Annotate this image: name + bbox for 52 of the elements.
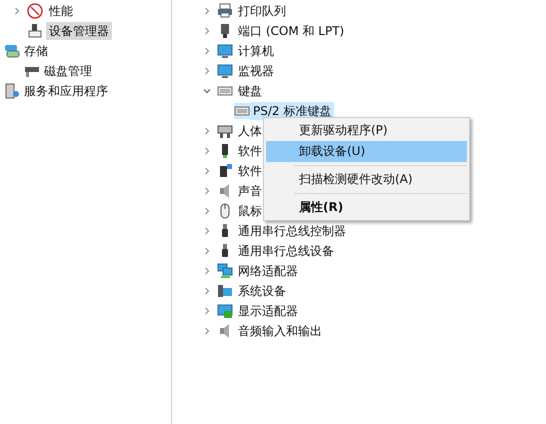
tree-item[interactable]: 存储 <box>23 42 49 60</box>
tree-item[interactable]: 人体 <box>236 122 264 140</box>
device-manager-icon <box>27 23 43 39</box>
tree-item[interactable]: 软件 <box>236 142 264 160</box>
tree-item[interactable]: 显示适配器 <box>236 302 300 320</box>
chevron-icon[interactable] <box>203 87 211 95</box>
chevron-icon[interactable] <box>203 147 211 155</box>
tree-item[interactable]: 声音 <box>236 182 264 200</box>
tree-item[interactable]: 网络适配器 <box>236 262 300 280</box>
menu-item[interactable]: 更新驱动程序(P) <box>266 120 467 141</box>
storage-icon <box>4 43 20 59</box>
chevron-icon[interactable] <box>203 47 211 55</box>
server-icon <box>4 83 20 99</box>
chevron-icon[interactable] <box>203 227 211 235</box>
tree-item[interactable]: 磁盘管理 <box>43 62 93 80</box>
display-adapter-icon <box>217 303 233 319</box>
tree-item[interactable]: 服务和应用程序 <box>23 82 109 100</box>
monitor-icon <box>217 63 233 79</box>
network-icon <box>217 263 233 279</box>
tree-item[interactable]: 键盘 <box>236 82 264 100</box>
tree-item[interactable]: 鼠标 <box>236 202 264 220</box>
tree-item[interactable]: 软件 <box>236 162 264 180</box>
monitor-icon <box>217 43 233 59</box>
tree-item[interactable]: 计算机 <box>236 42 276 60</box>
printer-icon <box>217 3 233 19</box>
tree-item[interactable]: 音频输入和输出 <box>236 322 324 340</box>
tree-item[interactable]: 系统设备 <box>236 282 288 300</box>
device-icon <box>217 163 233 179</box>
computer-icon <box>217 283 233 299</box>
chevron-icon[interactable] <box>203 327 211 335</box>
tree-item[interactable]: 通用串行总线控制器 <box>236 222 348 240</box>
tree-item[interactable]: 监视器 <box>236 62 276 80</box>
chevron-icon[interactable] <box>203 307 211 315</box>
chevron-icon[interactable] <box>203 7 211 15</box>
menu-item[interactable]: 卸载设备(U) <box>266 141 467 162</box>
chevron-icon[interactable] <box>203 287 211 295</box>
menu-item[interactable]: 属性(R) <box>266 197 467 218</box>
chevron-icon[interactable] <box>203 267 211 275</box>
chevron-icon[interactable] <box>203 167 211 175</box>
chevron-icon[interactable] <box>203 207 211 215</box>
chevron-icon[interactable] <box>203 127 211 135</box>
chevron-icon[interactable] <box>203 187 211 195</box>
tree-item[interactable]: 端口 (COM 和 LPT) <box>236 22 346 40</box>
tree-item[interactable]: 打印队列 <box>236 2 288 20</box>
tree-item[interactable]: 通用串行总线设备 <box>236 242 336 260</box>
menu-item[interactable]: 扫描检测硬件改动(A) <box>266 169 467 190</box>
chevron-icon[interactable] <box>203 67 211 75</box>
tree-item[interactable]: 设备管理器 <box>46 22 112 40</box>
chevron-icon[interactable] <box>203 247 211 255</box>
chevron-icon[interactable] <box>13 7 21 15</box>
chevron-icon[interactable] <box>203 27 211 35</box>
tree-item[interactable]: 性能 <box>46 2 76 20</box>
